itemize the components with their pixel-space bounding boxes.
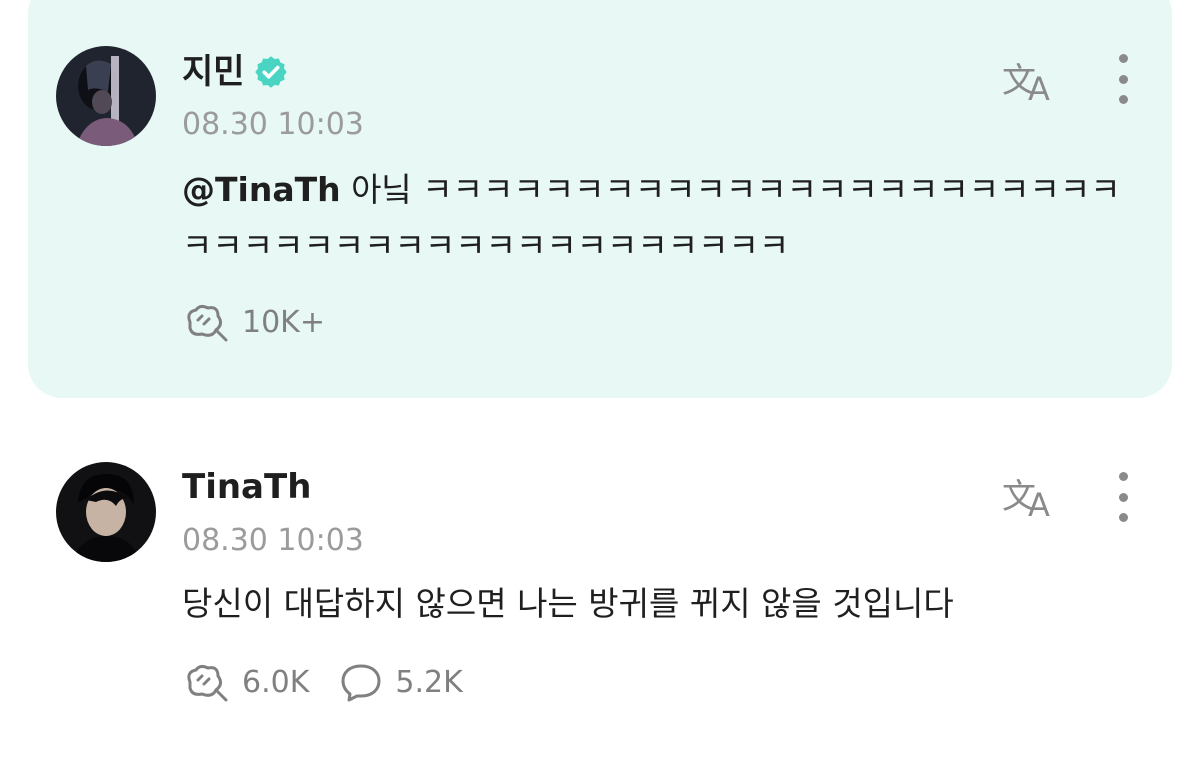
avatar-image [56, 462, 156, 562]
post-author[interactable]: TinaTh [182, 470, 311, 504]
translate-button[interactable]: 文 A [1000, 472, 1062, 524]
like-count: 10K+ [242, 304, 325, 340]
more-options-icon-dot [1118, 74, 1128, 84]
highlighted-post: 지민 08.30 10:03 @TinaTh 아닠 ㅋㅋㅋㅋㅋㅋㅋㅋㅋㅋㅋㅋㅋㅋ… [28, 0, 1172, 398]
avatar-image [56, 46, 156, 146]
like-button[interactable]: 6.0K [182, 662, 309, 702]
verified-badge-icon [253, 54, 289, 90]
post-actions: 6.0K 5.2K [182, 662, 463, 702]
avatar[interactable] [56, 462, 156, 562]
feed: 지민 08.30 10:03 @TinaTh 아닠 ㅋㅋㅋㅋㅋㅋㅋㅋㅋㅋㅋㅋㅋㅋ… [0, 0, 1200, 762]
post-timestamp: 08.30 10:03 [182, 107, 364, 142]
more-options-icon-dot [1118, 492, 1128, 502]
post-text: 당신이 대답하지 않으면 나는 방귀를 뀌지 않을 것입니다 [182, 584, 954, 623]
author-name[interactable]: TinaTh [182, 470, 311, 504]
post-body: @TinaTh 아닠 ㅋㅋㅋㅋㅋㅋㅋㅋㅋㅋㅋㅋㅋㅋㅋㅋㅋㅋㅋㅋㅋㅋㅋㅋㅋㅋㅋㅋㅋ… [182, 162, 1122, 274]
comment-icon [341, 664, 381, 702]
more-options-button[interactable] [1108, 54, 1138, 104]
like-icon [187, 304, 228, 342]
svg-text:A: A [1028, 486, 1050, 520]
more-options-icon-dot [1118, 95, 1128, 104]
more-options-icon [1118, 54, 1128, 63]
post: TinaTh 08.30 10:03 당신이 대답하지 않으면 나는 방귀를 뀌… [28, 440, 1172, 740]
post-body: 당신이 대답하지 않으면 나는 방귀를 뀌지 않을 것입니다 [182, 576, 1122, 632]
like-count: 6.0K [242, 664, 310, 700]
mention-link[interactable]: @TinaTh [182, 170, 341, 209]
post-actions: 10K+ [182, 302, 325, 342]
more-options-icon [1118, 472, 1128, 481]
more-options-icon-dot [1118, 513, 1128, 522]
translate-icon: 文 A [1002, 61, 1050, 108]
like-button[interactable]: 10K+ [182, 302, 325, 342]
svg-text:A: A [1028, 70, 1050, 104]
like-icon [187, 664, 228, 702]
comment-button[interactable]: 5.2K [339, 662, 463, 702]
post-author[interactable]: 지민 [182, 54, 289, 90]
avatar[interactable] [56, 46, 156, 146]
post-timestamp: 08.30 10:03 [182, 523, 364, 558]
translate-button[interactable]: 文 A [1000, 56, 1062, 108]
translate-icon: 文 A [1002, 477, 1050, 524]
comment-count: 5.2K [395, 664, 463, 700]
author-name[interactable]: 지민 [182, 55, 245, 89]
more-options-button[interactable] [1108, 472, 1138, 522]
